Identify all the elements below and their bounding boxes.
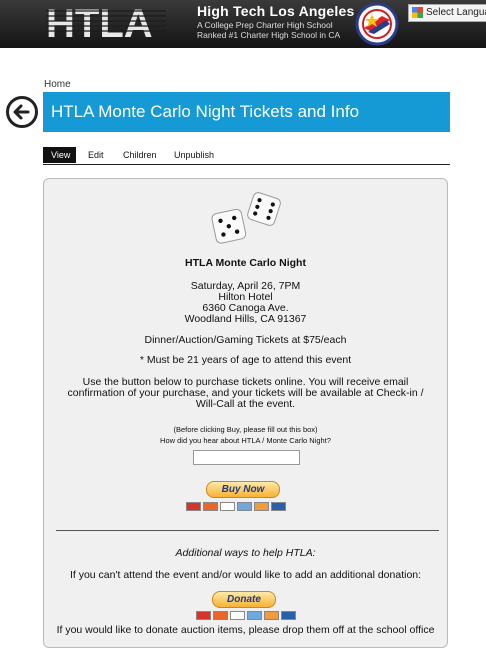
- dice-icon: [211, 192, 281, 244]
- back-arrow-icon[interactable]: [6, 96, 38, 128]
- age-requirement: * Must be 21 years of age to attend this…: [139, 354, 352, 366]
- language-select-label: Select Language: [426, 7, 486, 18]
- breadcrumb[interactable]: Home: [44, 79, 71, 90]
- form-question: How did you hear about HTLA / Monte Carl…: [160, 436, 331, 445]
- payment-cards-donate: [196, 611, 298, 621]
- purchase-instructions-3: Will-Call at the event.: [195, 398, 296, 410]
- discover-icon: [264, 611, 279, 620]
- mastercard-icon: [186, 502, 201, 511]
- page-title-bar: HTLA Monte Carlo Night Tickets and Info: [43, 92, 450, 132]
- tab-view[interactable]: View: [43, 147, 76, 163]
- bank-icon: [271, 502, 286, 511]
- htla-logo[interactable]: HTLA: [46, 3, 166, 43]
- maestro-icon: [203, 502, 218, 511]
- visa-icon: [230, 611, 245, 620]
- ticket-price: Dinner/Auction/Gaming Tickets at $75/eac…: [144, 334, 347, 346]
- maestro-icon: [213, 611, 228, 620]
- buy-now-button[interactable]: Buy Now: [206, 481, 280, 498]
- htla-logo-text: HTLA: [46, 3, 153, 43]
- tab-bar: View Edit Children Unpublish: [43, 146, 450, 165]
- amex-icon: [237, 502, 252, 511]
- event-address-2: Woodland Hills, CA 91367: [184, 313, 307, 325]
- tab-children[interactable]: Children: [115, 147, 165, 163]
- amex-icon: [247, 611, 262, 620]
- form-note: (Before clicking Buy, please fill out th…: [173, 425, 318, 434]
- tab-edit[interactable]: Edit: [80, 147, 112, 163]
- tagline-line-1: A College Prep Charter High School: [197, 20, 333, 30]
- school-name: High Tech Los Angeles: [197, 3, 355, 19]
- donate-button[interactable]: Donate: [212, 591, 276, 608]
- tab-unpublish[interactable]: Unpublish: [166, 147, 222, 163]
- visa-icon: [220, 502, 235, 511]
- event-title: HTLA Monte Carlo Night: [185, 257, 306, 269]
- tagline-line-2: Ranked #1 Charter High School in CA: [197, 30, 341, 40]
- page-title: HTLA Monte Carlo Night Tickets and Info: [51, 102, 360, 121]
- language-select[interactable]: Select Language: [408, 4, 486, 22]
- referral-source-input[interactable]: [193, 450, 300, 465]
- bank-icon: [281, 611, 296, 620]
- help-heading: Additional ways to help HTLA:: [175, 547, 316, 559]
- site-header: HTLA High Tech Los Angeles A College Pre…: [0, 0, 486, 48]
- mastercard-icon: [196, 611, 211, 620]
- content-panel: HTLA Monte Carlo Night Saturday, April 2…: [43, 178, 448, 648]
- google-translate-icon: [412, 7, 423, 18]
- school-seal-icon: [355, 2, 399, 46]
- payment-cards: [186, 502, 288, 512]
- section-divider: [56, 530, 439, 531]
- discover-icon: [254, 502, 269, 511]
- donation-text: If you can't attend the event and/or wou…: [69, 569, 422, 581]
- auction-donation-text: If you would like to donate auction item…: [56, 624, 435, 636]
